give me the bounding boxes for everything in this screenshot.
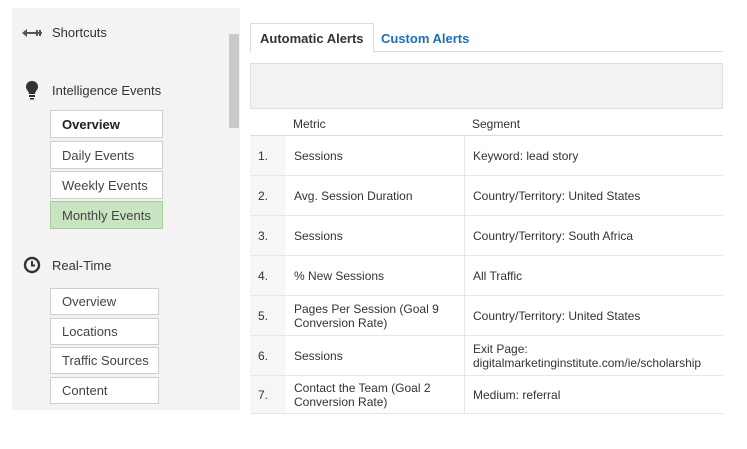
row-segment: Medium: referral (473, 387, 561, 402)
tab-automatic-alerts[interactable]: Automatic Alerts (250, 23, 374, 53)
sidebar: Shortcuts Intelligence Events Overview D… (12, 8, 240, 410)
row-metric: Pages Per Session (Goal 9 Conversion Rat… (286, 296, 465, 335)
intelligence-overview-button[interactable]: Overview (50, 110, 163, 138)
table-row[interactable]: 2. Avg. Session Duration Country/Territo… (250, 176, 723, 216)
row-metric: % New Sessions (286, 256, 465, 295)
clock-icon (12, 256, 52, 274)
row-segment: All Traffic (473, 268, 523, 283)
row-segment: Keyword: lead story (473, 148, 579, 163)
table-row[interactable]: 3. Sessions Country/Territory: South Afr… (250, 216, 723, 256)
weekly-events-button[interactable]: Weekly Events (50, 171, 163, 199)
realtime-label: Real-Time (52, 257, 112, 273)
table-toolbar (250, 63, 723, 109)
shortcuts-arrow-icon (12, 28, 52, 38)
row-metric: Sessions (286, 136, 465, 175)
table-row[interactable]: 5. Pages Per Session (Goal 9 Conversion … (250, 296, 723, 336)
row-metric: Contact the Team (Goal 2 Conversion Rate… (286, 376, 465, 413)
row-segment: Country/Territory: South Africa (473, 228, 634, 243)
segment-column-header[interactable]: Segment (472, 117, 520, 131)
locations-button[interactable]: Locations (50, 318, 159, 345)
row-number: 4. (250, 256, 286, 295)
row-number: 3. (250, 216, 286, 255)
metric-column-header[interactable]: Metric (293, 117, 326, 131)
shortcuts-link[interactable]: Shortcuts (12, 25, 107, 40)
alerts-panel: Automatic Alerts Custom Alerts Metric Se… (250, 20, 723, 414)
row-number: 7. (250, 376, 286, 413)
shortcuts-label: Shortcuts (52, 25, 107, 40)
monthly-events-button[interactable]: Monthly Events (50, 201, 163, 229)
alerts-tabs: Automatic Alerts Custom Alerts (250, 20, 723, 53)
row-metric: Sessions (286, 216, 465, 255)
daily-events-button[interactable]: Daily Events (50, 141, 163, 169)
alerts-table: 1. Sessions Keyword: lead story 2. Avg. … (250, 136, 723, 414)
row-segment: Country/Territory: United States (473, 308, 641, 323)
row-segment: Country/Territory: United States (473, 188, 641, 203)
row-number: 5. (250, 296, 286, 335)
lightbulb-icon (12, 80, 52, 100)
realtime-header[interactable]: Real-Time (12, 256, 111, 274)
table-header: Metric Segment (250, 112, 723, 136)
row-metric: Avg. Session Duration (286, 176, 465, 215)
row-number: 2. (250, 176, 286, 215)
intelligence-events-label: Intelligence Events (52, 82, 162, 98)
row-number: 1. (250, 136, 286, 175)
table-row[interactable]: 1. Sessions Keyword: lead story (250, 136, 723, 176)
realtime-overview-button[interactable]: Overview (50, 288, 159, 315)
row-segment: Exit Page: digitalmarketinginstitute.com… (473, 341, 702, 370)
row-metric: Sessions (286, 336, 465, 375)
content-button[interactable]: Content (50, 377, 159, 404)
row-number: 6. (250, 336, 286, 375)
tab-custom-alerts[interactable]: Custom Alerts (372, 23, 478, 53)
sidebar-scrollbar[interactable] (229, 34, 239, 128)
table-row[interactable]: 6. Sessions Exit Page: digitalmarketingi… (250, 336, 723, 376)
traffic-sources-button[interactable]: Traffic Sources (50, 347, 159, 374)
table-row[interactable]: 4. % New Sessions All Traffic (250, 256, 723, 296)
intelligence-events-header[interactable]: Intelligence Events (12, 80, 161, 100)
table-row[interactable]: 7. Contact the Team (Goal 2 Conversion R… (250, 376, 723, 414)
